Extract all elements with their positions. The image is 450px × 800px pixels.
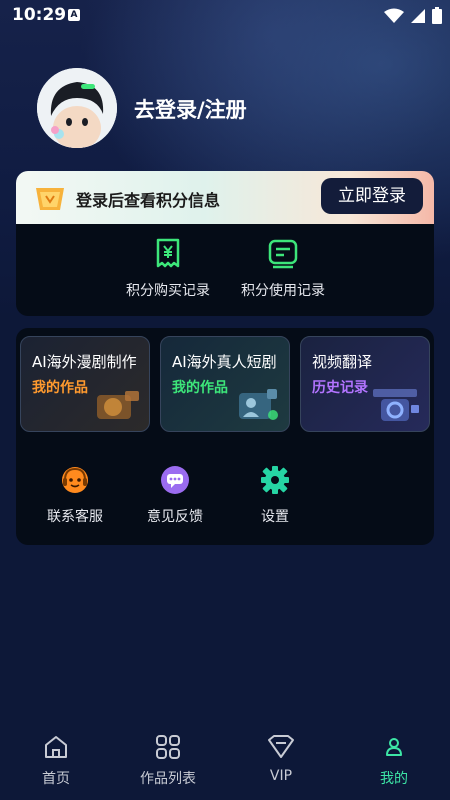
status-time: 10:29	[12, 5, 67, 25]
tile-subtitle: 历史记录	[312, 380, 368, 396]
live-action-drama-tile[interactable]: AI海外真人短剧 我的作品	[160, 336, 290, 432]
tile-title: AI海外真人短剧	[172, 353, 277, 371]
feedback[interactable]: 意见反馈	[135, 464, 215, 526]
tab-label: VIP	[269, 768, 293, 784]
comic-drama-tile[interactable]: AI海外漫剧制作 我的作品	[20, 336, 150, 432]
points-purchase-label: 积分购买记录	[126, 283, 210, 299]
tab-works-list[interactable]: 作品列表	[118, 734, 218, 788]
login-register-link[interactable]: 去登录/注册	[134, 94, 247, 124]
settings[interactable]: 设置	[235, 464, 315, 526]
signal-icon	[411, 8, 425, 23]
video-translate-tile[interactable]: 视频翻译 历史记录	[300, 336, 430, 432]
battery-icon	[432, 7, 442, 24]
contact-support-label: 联系客服	[47, 509, 103, 525]
person-icon	[386, 738, 402, 756]
grid-icon	[156, 735, 180, 759]
contact-support[interactable]: 联系客服	[35, 464, 115, 526]
points-usage-records[interactable]: 积分使用记录	[228, 238, 338, 300]
avatar[interactable]	[37, 68, 117, 148]
settings-label: 设置	[261, 509, 289, 525]
list-card-icon	[268, 239, 298, 269]
badge-icon	[36, 188, 64, 210]
tab-mine[interactable]: 我的	[344, 734, 444, 788]
points-usage-label: 积分使用记录	[241, 283, 325, 299]
chat-bubble-icon	[161, 466, 189, 494]
status-bar: 10:29 A	[0, 0, 450, 32]
translate-art-icon	[373, 389, 419, 421]
points-banner-text: 登录后查看积分信息	[76, 191, 221, 210]
tools-card: AI海外漫剧制作 我的作品 AI海外真人短剧 我的作品 视频翻译 历史记录 联系…	[16, 328, 434, 545]
bottom-tab-bar: 首页 作品列表 VIP 我的	[0, 726, 450, 800]
feedback-label: 意见反馈	[147, 509, 203, 525]
tab-vip[interactable]: VIP	[231, 734, 331, 784]
video-people-icon	[239, 389, 278, 420]
points-banner: 登录后查看积分信息 立即登录	[16, 171, 434, 227]
tab-home[interactable]: 首页	[6, 734, 106, 788]
tab-label: 我的	[380, 771, 408, 787]
headset-icon	[62, 467, 88, 493]
tab-label: 首页	[42, 771, 70, 787]
notification-icon: A	[68, 9, 80, 21]
home-icon	[45, 736, 67, 758]
avatar-character-icon	[37, 68, 117, 148]
tile-subtitle: 我的作品	[172, 380, 228, 396]
yen-receipt-icon	[156, 238, 180, 268]
gear-icon	[261, 466, 289, 494]
diamond-icon	[268, 735, 294, 758]
status-icons	[384, 7, 442, 24]
points-purchase-records[interactable]: 积分购买记录	[113, 238, 223, 300]
tile-title: 视频翻译	[312, 353, 373, 371]
login-now-button[interactable]: 立即登录	[321, 178, 423, 214]
tile-title: AI海外漫剧制作	[32, 353, 137, 371]
points-card: 积分购买记录 积分使用记录	[16, 224, 434, 316]
tile-subtitle: 我的作品	[32, 380, 88, 396]
comic-art-icon	[97, 391, 139, 419]
wifi-icon	[384, 8, 404, 23]
tab-label: 作品列表	[140, 771, 196, 787]
